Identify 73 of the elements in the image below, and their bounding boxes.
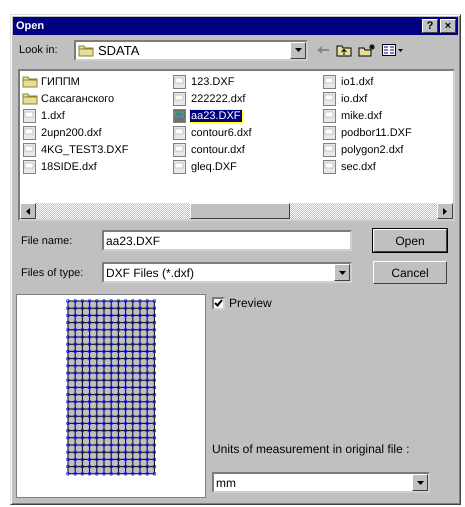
back-arrow-icon [316, 45, 330, 55]
horizontal-scrollbar[interactable] [20, 203, 453, 219]
file-icon [22, 108, 38, 122]
file-icon [322, 74, 338, 88]
file-item[interactable]: aa23.DXF [190, 110, 242, 122]
left-arrow-icon [26, 208, 30, 214]
file-item[interactable]: contour6.dxf [190, 126, 253, 138]
file-icon [322, 92, 338, 106]
dropdown-button[interactable] [290, 42, 306, 58]
file-type-dropdown[interactable]: DXF Files (*.dxf) [102, 262, 352, 283]
file-icon [322, 142, 338, 156]
file-item[interactable]: mike.dxf [340, 110, 383, 122]
file-icon [22, 160, 38, 174]
file-item[interactable]: 1.dxf [40, 110, 66, 122]
folder-icon [22, 92, 38, 105]
scroll-thumb[interactable] [190, 203, 290, 219]
folder-icon [78, 44, 94, 56]
check-icon [214, 299, 223, 307]
file-item[interactable]: 2upn200.dxf [40, 126, 103, 138]
open-button[interactable]: Open [373, 229, 447, 252]
files-of-type-label: Files of type: [21, 266, 84, 278]
file-icon [172, 160, 188, 174]
file-item[interactable]: io.dxf [340, 92, 368, 104]
preview-checkbox[interactable] [212, 296, 225, 310]
folder-icon [22, 75, 38, 88]
file-icon [322, 126, 338, 140]
file-item[interactable]: podbor11.DXF [340, 126, 413, 138]
scroll-left-button[interactable] [20, 203, 36, 219]
file-item[interactable]: io1.dxf [340, 76, 374, 88]
look-in-dropdown[interactable]: SDATA [74, 40, 308, 60]
units-dropdown[interactable]: mm [212, 472, 430, 493]
file-item[interactable]: 222222.dxf [190, 92, 246, 104]
file-icon [172, 142, 188, 156]
look-in-label: Look in: [19, 44, 59, 56]
file-icon [22, 142, 38, 156]
file-icon [172, 126, 188, 140]
new-folder-icon [358, 43, 376, 57]
units-label: Units of measurement in original file : [212, 442, 410, 456]
help-button[interactable]: ? [422, 19, 438, 33]
cancel-button[interactable]: Cancel [373, 261, 447, 284]
caret-icon [416, 480, 424, 484]
preview-label: Preview [229, 296, 272, 310]
dropdown-button[interactable] [334, 264, 350, 281]
window-title: Open [16, 20, 44, 32]
file-icon [172, 92, 188, 106]
dropdown-button[interactable] [412, 474, 428, 491]
file-icon [22, 126, 38, 140]
caret-icon [338, 270, 346, 274]
file-name-field[interactable]: aa23.DXF [102, 230, 352, 251]
file-icon [172, 74, 188, 88]
file-item[interactable]: ГИППМ [40, 76, 81, 88]
look-in-value: SDATA [98, 42, 140, 58]
file-item[interactable]: 123.DXF [190, 76, 236, 88]
file-name-label: File name: [21, 234, 74, 246]
file-item[interactable]: 4KG_TEST3.DXF [40, 144, 130, 156]
up-folder-button[interactable] [336, 43, 352, 57]
file-item[interactable]: contour.dxf [190, 144, 246, 156]
file-item[interactable]: Саксаганского [40, 92, 116, 104]
file-icon [172, 108, 188, 122]
file-item[interactable]: sec.dxf [340, 160, 377, 172]
file-item[interactable]: polygon2.dxf [340, 144, 404, 156]
caret-icon [294, 48, 302, 52]
close-button[interactable]: × [440, 19, 456, 33]
file-item[interactable]: gleq.DXF [190, 160, 238, 172]
right-arrow-icon [443, 208, 447, 214]
list-view-icon [382, 44, 404, 56]
folder-up-icon [336, 43, 352, 57]
view-menu-button[interactable] [382, 44, 404, 56]
file-icon [322, 160, 338, 174]
new-folder-button[interactable] [358, 43, 376, 57]
file-icon [322, 108, 338, 122]
scroll-right-button[interactable] [437, 203, 453, 219]
file-item[interactable]: 18SIDE.dxf [40, 160, 98, 172]
